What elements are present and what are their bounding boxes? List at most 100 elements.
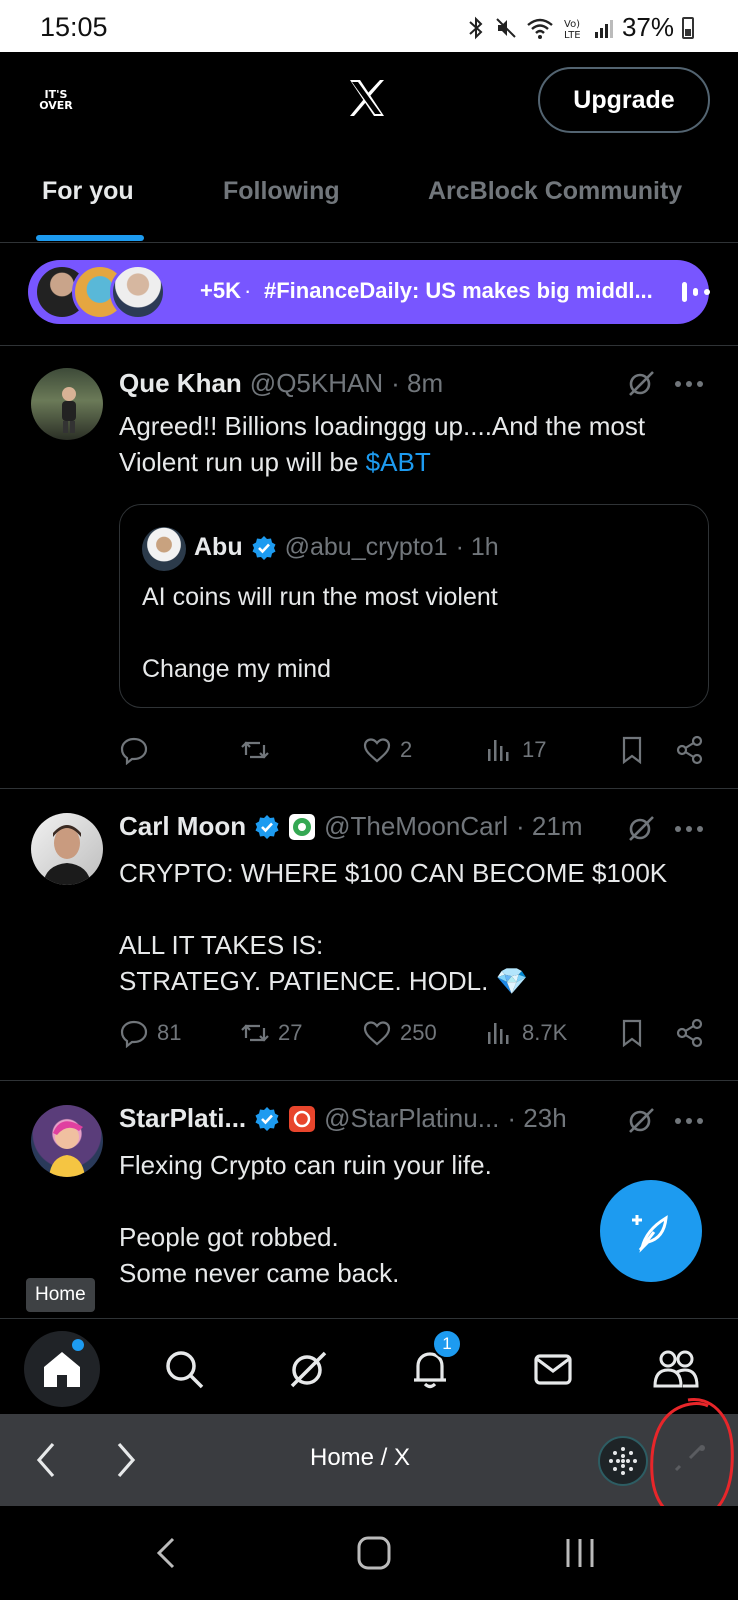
quoted-post[interactable]: Abu @abu_crypto1 · 1h AI coins will run …: [119, 504, 709, 708]
upgrade-button[interactable]: Upgrade: [538, 67, 710, 133]
post-header: StarPlati... @StarPlatinu... · 23h: [119, 1103, 567, 1134]
cashtag-link[interactable]: $ABT: [366, 447, 431, 477]
author-handle[interactable]: @StarPlatinu...: [324, 1103, 499, 1134]
chevron-left-icon: [36, 1442, 55, 1478]
quote-avatar: [142, 527, 186, 571]
svg-text:LTE: LTE: [564, 30, 581, 40]
spaces-listener-count: +5K: [200, 278, 241, 303]
grok-icon[interactable]: [626, 1105, 656, 1135]
nav-messages[interactable]: [515, 1331, 591, 1407]
search-icon: [166, 1351, 204, 1389]
post-header: Que Khan @Q5KHAN · 8m: [119, 368, 443, 399]
repost-button[interactable]: 27: [240, 1013, 302, 1053]
browser-page-title[interactable]: Home / X: [250, 1444, 470, 1472]
post-header: Carl Moon @TheMoonCarl · 21m: [119, 811, 582, 842]
bookmark-icon: [622, 1019, 642, 1048]
share-icon: [676, 1018, 703, 1048]
avatar[interactable]: [31, 368, 103, 440]
views-icon: [488, 740, 509, 761]
profile-logo-text: IT'S OVER: [39, 88, 73, 112]
battery-percent: 37%: [621, 12, 674, 42]
avatar[interactable]: [31, 813, 103, 885]
spaces-host-avatars: [34, 264, 166, 320]
author-name[interactable]: Carl Moon: [119, 811, 246, 842]
views-button[interactable]: 8.7K: [484, 1013, 567, 1053]
home-unread-dot: [72, 1339, 84, 1351]
quote-text: AI coins will run the most violent Chang…: [142, 583, 498, 683]
post-actions: 2 17: [119, 730, 709, 770]
repost-button[interactable]: [240, 730, 278, 770]
browser-extension-button[interactable]: [598, 1436, 648, 1486]
home-tooltip: Home: [26, 1278, 95, 1312]
reply-button[interactable]: [119, 730, 157, 770]
avatar[interactable]: [31, 1105, 103, 1177]
reply-button[interactable]: 81: [119, 1013, 181, 1053]
tab-for-you[interactable]: For you: [42, 177, 134, 206]
active-tab-indicator: [36, 235, 144, 241]
post-time: · 23h: [507, 1103, 567, 1133]
nav-home[interactable]: [24, 1331, 100, 1407]
status-icons: Vo) LTE 37%: [466, 12, 694, 43]
author-handle[interactable]: @Q5KHAN: [250, 368, 383, 399]
x-logo-icon: [350, 80, 384, 116]
more-options-icon[interactable]: [674, 824, 704, 834]
like-button[interactable]: 2: [362, 730, 412, 770]
verified-badge-icon: [252, 535, 276, 560]
nav-grok[interactable]: [270, 1331, 346, 1407]
bottom-navigation: 1: [0, 1318, 738, 1414]
notification-badge: 1: [432, 1329, 462, 1359]
post-que-khan[interactable]: Que Khan @Q5KHAN · 8m Agreed!! Billions …: [0, 345, 738, 788]
author-name[interactable]: Que Khan: [119, 368, 242, 399]
profile-avatar[interactable]: IT'S OVER: [32, 76, 80, 124]
battery-icon: [682, 16, 694, 39]
home-icon: [44, 1352, 80, 1387]
post-text: CRYPTO: WHERE $100 CAN BECOME $100K ALL …: [119, 858, 668, 996]
bookmark-button[interactable]: [617, 730, 647, 770]
more-options-icon[interactable]: [674, 379, 704, 389]
communities-icon: [653, 1350, 699, 1388]
repost-count: 27: [278, 1020, 303, 1045]
browser-forward-button[interactable]: [98, 1432, 154, 1488]
system-back-button[interactable]: [136, 1528, 196, 1578]
author-handle[interactable]: @TheMoonCarl: [324, 811, 508, 842]
timeline-tabs: For you Following ArcBlock Community: [0, 147, 738, 243]
post-time: · 21m: [516, 811, 583, 841]
share-button[interactable]: [675, 1013, 705, 1053]
tab-arcblock-community[interactable]: ArcBlock Community: [428, 177, 682, 206]
bookmark-button[interactable]: [617, 1013, 647, 1053]
spaces-banner[interactable]: +5K · #FinanceDaily: US makes big middl.…: [28, 260, 710, 324]
author-name[interactable]: StarPlati...: [119, 1103, 246, 1134]
browser-back-button[interactable]: [18, 1432, 74, 1488]
more-options-icon[interactable]: [674, 1116, 704, 1126]
heart-icon: [363, 738, 391, 763]
nav-notifications[interactable]: 1: [392, 1329, 468, 1407]
system-recents-button[interactable]: [550, 1528, 610, 1578]
grok-icon[interactable]: [626, 368, 656, 398]
post-carl-moon[interactable]: Carl Moon @TheMoonCarl · 21m CRYPTO: WHE…: [0, 788, 738, 1080]
grok-icon[interactable]: [626, 813, 656, 843]
nav-search[interactable]: [146, 1331, 222, 1407]
like-count: 2: [400, 737, 413, 762]
system-home-button[interactable]: [344, 1528, 404, 1578]
spaces-separator: ·: [244, 278, 252, 303]
tab-following[interactable]: Following: [223, 177, 340, 206]
chevron-right-icon: [117, 1442, 136, 1478]
reply-icon: [120, 1020, 148, 1048]
quote-author-handle: @abu_crypto1: [284, 533, 448, 561]
system-recents-icon: [566, 1539, 594, 1567]
repost-icon: [241, 741, 269, 759]
views-button[interactable]: 17: [484, 730, 546, 770]
like-button[interactable]: 250: [362, 1013, 437, 1053]
views-icon: [488, 1023, 509, 1044]
bookmark-icon: [622, 736, 642, 765]
post-time: · 8m: [391, 368, 444, 398]
avatar-image: [62, 387, 76, 433]
system-navigation-bar: [0, 1506, 738, 1600]
share-button[interactable]: [675, 730, 705, 770]
compose-post-button[interactable]: [600, 1180, 702, 1282]
avatar-image: [43, 825, 91, 885]
svg-text:Vo): Vo): [564, 19, 580, 30]
compose-feather-icon: [632, 1215, 668, 1253]
reply-icon: [120, 737, 148, 765]
views-count: 17: [522, 737, 547, 762]
